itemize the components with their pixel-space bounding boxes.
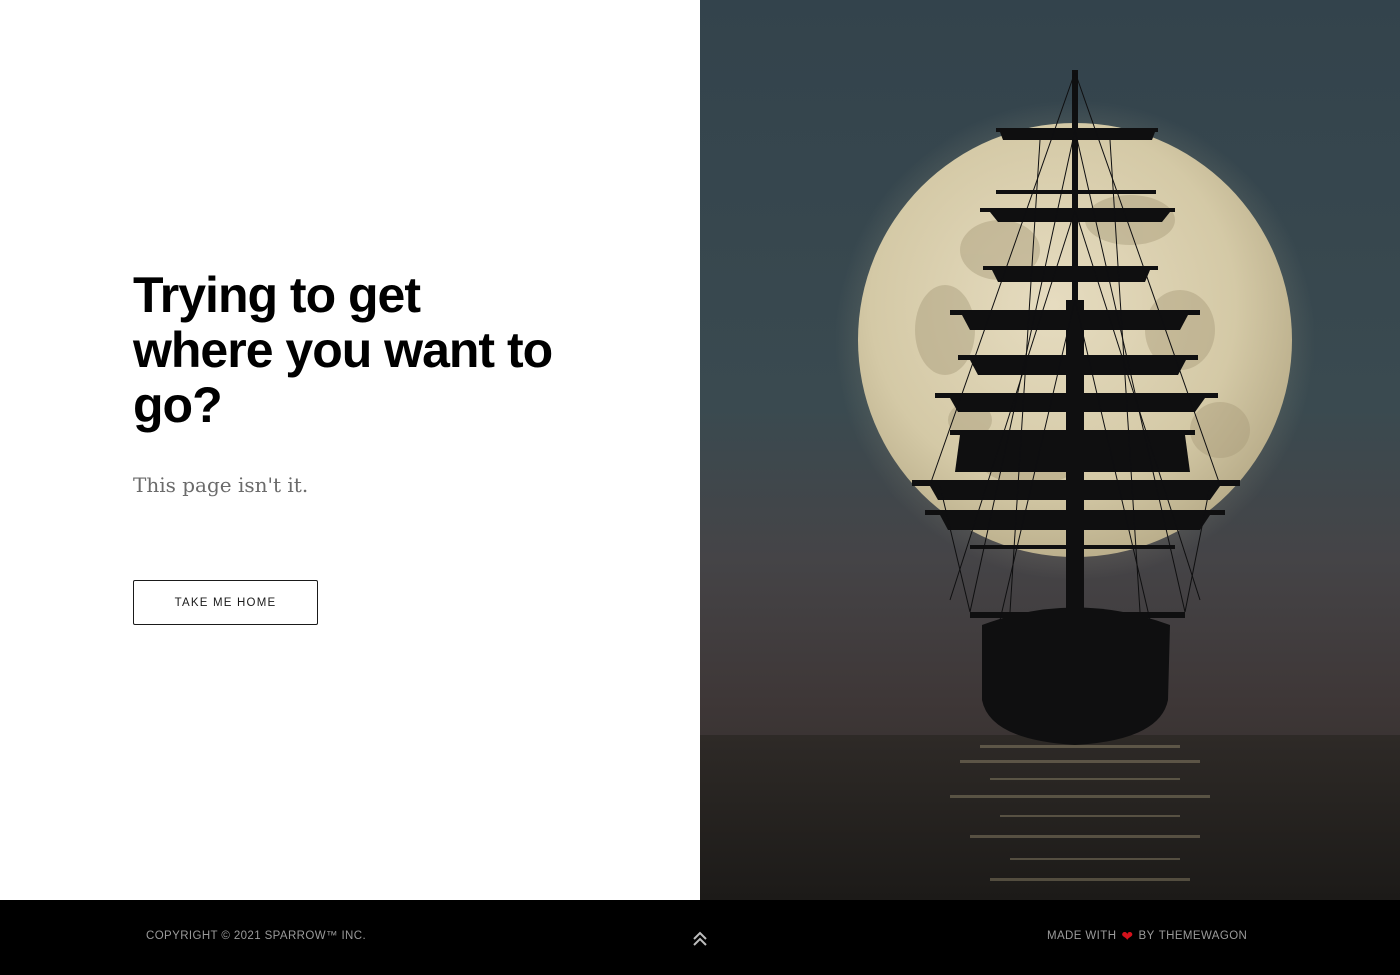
page-heading: Trying to get where you want to go? bbox=[133, 267, 553, 433]
footer: COPYRIGHT © 2021 SPARROW™ INC. MADE WITH… bbox=[0, 900, 1400, 975]
error-content-panel: Trying to get where you want to go? This… bbox=[0, 0, 700, 900]
hero-image bbox=[700, 0, 1400, 900]
made-with-prefix: MADE WITH bbox=[1047, 930, 1117, 942]
page: Trying to get where you want to go? This… bbox=[0, 0, 1400, 975]
double-chevron-up-icon bbox=[693, 931, 707, 946]
ship-moon-illustration bbox=[700, 0, 1400, 900]
made-with-by: BY bbox=[1138, 930, 1155, 942]
copyright-text: COPYRIGHT © 2021 SPARROW™ INC. bbox=[146, 930, 367, 942]
made-with-credit: MADE WITH ❤ BY THEMEWAGON bbox=[1047, 927, 1248, 944]
themewagon-link[interactable]: THEMEWAGON bbox=[1159, 930, 1248, 942]
page-subtext: This page isn't it. bbox=[133, 473, 309, 497]
take-me-home-button[interactable]: TAKE ME HOME bbox=[133, 580, 318, 625]
back-to-top-button[interactable] bbox=[689, 928, 711, 950]
heart-icon: ❤ bbox=[1121, 927, 1134, 944]
